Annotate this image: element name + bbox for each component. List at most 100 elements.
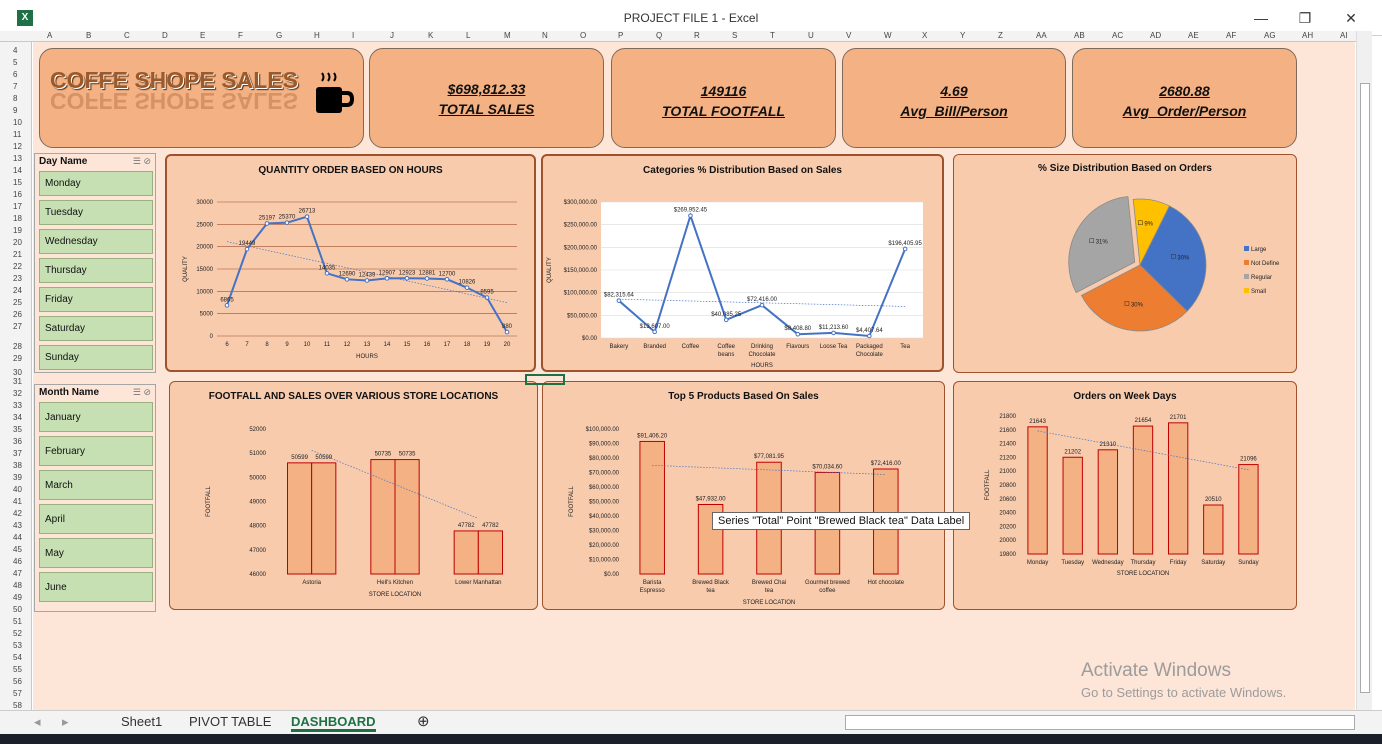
column-header[interactable]: AA [1036,31,1047,40]
column-header[interactable]: M [504,31,511,40]
row-header[interactable]: 29 [13,354,22,363]
size-pie-chart[interactable]: % Size Distribution Based on Orders 9% 30… [953,154,1297,373]
row-header[interactable]: 21 [13,250,22,259]
selected-cell[interactable] [525,374,565,385]
row-header[interactable]: 42 [13,509,22,518]
row-header[interactable]: 18 [13,214,22,223]
store-location-chart[interactable]: FOOTFALL AND SALES OVER VARIOUS STORE LO… [169,381,538,610]
row-header[interactable]: 50 [13,605,22,614]
row-header[interactable]: 16 [13,190,22,199]
row-header[interactable]: 55 [13,665,22,674]
slicer-item-thursday[interactable]: Thursday [39,258,153,283]
row-header[interactable]: 52 [13,629,22,638]
close-button[interactable]: ✕ [1336,8,1366,28]
row-header[interactable]: 31 [13,377,22,386]
row-header[interactable]: 56 [13,677,22,686]
column-header[interactable]: F [238,31,243,40]
column-header[interactable]: A [47,31,52,40]
slicer-item-april[interactable]: April [39,504,153,534]
column-header[interactable]: X [922,31,927,40]
column-header[interactable]: AC [1112,31,1123,40]
column-header[interactable]: AD [1150,31,1161,40]
column-header[interactable]: D [162,31,168,40]
row-header[interactable]: 58 [13,701,22,710]
column-header[interactable]: AF [1226,31,1236,40]
tab-pivot-table[interactable]: PIVOT TABLE [189,714,271,732]
row-header[interactable]: 13 [13,154,22,163]
row-header[interactable]: 34 [13,413,22,422]
slicer-item-january[interactable]: January [39,402,153,432]
row-header[interactable]: 43 [13,521,22,530]
row-header[interactable]: 33 [13,401,22,410]
tab-dashboard[interactable]: DASHBOARD [291,714,376,732]
row-header[interactable]: 46 [13,557,22,566]
top-products-chart[interactable]: Top 5 Products Based On Sales $0.00 $10,0… [542,381,945,610]
column-header[interactable]: Q [656,31,662,40]
row-header[interactable]: 57 [13,689,22,698]
row-header[interactable]: 49 [13,593,22,602]
row-header[interactable]: 15 [13,178,22,187]
category-chart[interactable]: Categories % Distribution Based on Sales… [541,154,944,372]
row-header[interactable]: 5 [13,58,17,67]
vertical-scroll-thumb[interactable] [1360,83,1370,693]
column-header[interactable]: T [770,31,775,40]
slicer-item-tuesday[interactable]: Tuesday [39,200,153,225]
row-header[interactable]: 10 [13,118,22,127]
row-header[interactable]: 11 [13,130,21,139]
column-header[interactable]: B [86,31,91,40]
row-header[interactable]: 27 [13,322,22,331]
column-header[interactable]: C [124,31,130,40]
column-header[interactable]: L [466,31,470,40]
row-header[interactable]: 17 [13,202,22,211]
row-header[interactable]: 12 [13,142,22,151]
row-header[interactable]: 53 [13,641,22,650]
row-header[interactable]: 8 [13,94,17,103]
minimize-button[interactable]: — [1246,8,1276,28]
row-header[interactable]: 23 [13,274,22,283]
row-header[interactable]: 54 [13,653,22,662]
slicer-item-sunday[interactable]: Sunday [39,345,153,370]
column-header[interactable]: R [694,31,700,40]
slicer-item-wednesday[interactable]: Wednesday [39,229,153,254]
row-header[interactable]: 39 [13,473,22,482]
clear-filter-icon[interactable]: ☰ ⊘ [133,387,151,398]
slicer-item-friday[interactable]: Friday [39,287,153,312]
row-header[interactable]: 14 [13,166,22,175]
tab-sheet1[interactable]: Sheet1 [121,714,162,732]
row-header[interactable]: 47 [13,569,22,578]
maximize-button[interactable]: ❐ [1290,8,1320,28]
column-header[interactable]: I [352,31,354,40]
row-header[interactable]: 28 [13,342,22,351]
column-header[interactable]: Z [998,31,1003,40]
column-header[interactable]: AI [1340,31,1348,40]
row-header[interactable]: 32 [13,389,22,398]
row-header[interactable]: 7 [13,82,17,91]
column-header[interactable]: K [428,31,433,40]
slicer-item-february[interactable]: February [39,436,153,466]
row-header[interactable]: 45 [13,545,22,554]
row-header[interactable]: 36 [13,437,22,446]
column-header[interactable]: Y [960,31,965,40]
column-header[interactable]: AG [1264,31,1276,40]
column-header[interactable]: S [732,31,737,40]
column-header[interactable]: AB [1074,31,1085,40]
slicer-item-june[interactable]: June [39,572,153,602]
column-header[interactable]: G [276,31,282,40]
column-header[interactable]: E [200,31,205,40]
row-header[interactable]: 48 [13,581,22,590]
hours-chart[interactable]: QUANTITY ORDER BASED ON HOURS 0 5000 10000… [165,154,536,372]
slicer-item-saturday[interactable]: Saturday [39,316,153,341]
column-header[interactable]: J [390,31,394,40]
column-header[interactable]: N [542,31,548,40]
horizontal-scrollbar[interactable] [845,715,1355,730]
column-header[interactable]: O [580,31,586,40]
row-header[interactable]: 35 [13,425,22,434]
row-header[interactable]: 6 [13,70,17,79]
multiselect-icon[interactable]: ☰ ⊘ [133,156,151,167]
tab-scroll-right-icon[interactable]: ▸ [62,714,69,732]
row-header[interactable]: 19 [13,226,22,235]
row-header[interactable]: 38 [13,461,22,470]
row-header[interactable]: 51 [13,617,22,626]
row-header[interactable]: 20 [13,238,22,247]
column-header[interactable]: H [314,31,320,40]
